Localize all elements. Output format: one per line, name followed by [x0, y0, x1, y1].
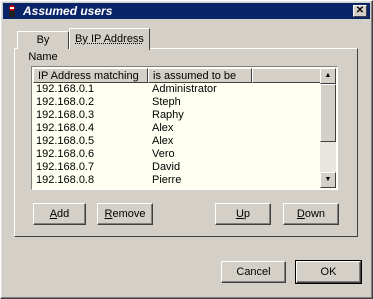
user-cell: Vero — [152, 148, 175, 160]
ip-cell: 192.168.0.2 — [36, 96, 95, 108]
scroll-down-icon[interactable]: ▼ — [320, 172, 336, 188]
vertical-scrollbar[interactable]: ▲ ▼ — [320, 68, 336, 188]
down-label: own — [304, 208, 326, 220]
tab-label: By IP Address — [75, 33, 144, 45]
up-label: p — [243, 208, 251, 220]
move-up-button[interactable]: Up — [215, 203, 271, 225]
column-header-user[interactable]: is assumed to be — [148, 68, 252, 83]
scrollbar-thumb[interactable] — [320, 84, 336, 142]
ip-cell: 192.168.0.3 — [36, 109, 95, 121]
user-cell: Pierre — [152, 174, 182, 186]
tab-by-name[interactable]: By Name — [17, 31, 69, 63]
add-label: dd — [57, 208, 70, 220]
list-header: IP Address matching is assumed to be — [33, 68, 321, 83]
remove-button[interactable]: Remove — [97, 203, 153, 225]
list-item[interactable]: 192.168.0.7 David — [33, 161, 321, 174]
mascot-icon — [9, 5, 15, 17]
ip-cell: 192.168.0.8 — [36, 174, 95, 186]
move-down-button[interactable]: Down — [283, 203, 339, 225]
assumed-users-dialog: Assumed users ✕ By Name By IP Address IP… — [0, 0, 373, 299]
tab-label: By Name — [28, 34, 58, 63]
column-header-empty[interactable] — [252, 68, 321, 83]
ip-user-list[interactable]: IP Address matching is assumed to be 192… — [31, 66, 338, 190]
list-item[interactable]: 192.168.0.1 Administrator — [33, 83, 321, 96]
user-cell: Alex — [152, 122, 174, 134]
user-cell: David — [152, 161, 181, 173]
list-item[interactable]: 192.168.0.8 Pierre — [33, 174, 321, 187]
title-bar[interactable]: Assumed users ✕ — [3, 3, 370, 19]
list-rows: 192.168.0.1 Administrator 192.168.0.2 Step… — [33, 83, 321, 187]
ip-cell: 192.168.0.7 — [36, 161, 95, 173]
add-button[interactable]: Add — [33, 203, 86, 225]
scroll-up-icon[interactable]: ▲ — [320, 68, 336, 84]
close-button[interactable]: ✕ — [353, 5, 367, 17]
ip-cell: 192.168.0.1 — [36, 83, 95, 95]
list-item[interactable]: 192.168.0.6 Vero — [33, 148, 321, 161]
list-item[interactable]: 192.168.0.4 Alex — [33, 122, 321, 135]
ip-cell: 192.168.0.5 — [36, 135, 95, 147]
up-accel: U — [235, 208, 244, 220]
down-accel: D — [296, 208, 305, 220]
user-cell: Steph — [152, 96, 181, 108]
list-item[interactable]: 192.168.0.2 Steph — [33, 96, 321, 109]
ok-button[interactable]: OK — [296, 261, 361, 283]
ip-cell: 192.168.0.6 — [36, 148, 95, 160]
window-title: Assumed users — [23, 4, 113, 18]
list-item[interactable]: 192.168.0.5 Alex — [33, 135, 321, 148]
column-header-ip[interactable]: IP Address matching — [33, 68, 148, 83]
cancel-button[interactable]: Cancel — [221, 261, 286, 283]
add-accel: A — [49, 208, 58, 220]
user-cell: Alex — [152, 135, 174, 147]
remove-label: emove — [112, 208, 146, 220]
user-cell: Raphy — [152, 109, 184, 121]
ip-cell: 192.168.0.4 — [36, 122, 95, 134]
list-item[interactable]: 192.168.0.3 Raphy — [33, 109, 321, 122]
user-cell: Administrator — [152, 83, 217, 95]
tab-by-ip-address[interactable]: By IP Address — [69, 28, 150, 50]
